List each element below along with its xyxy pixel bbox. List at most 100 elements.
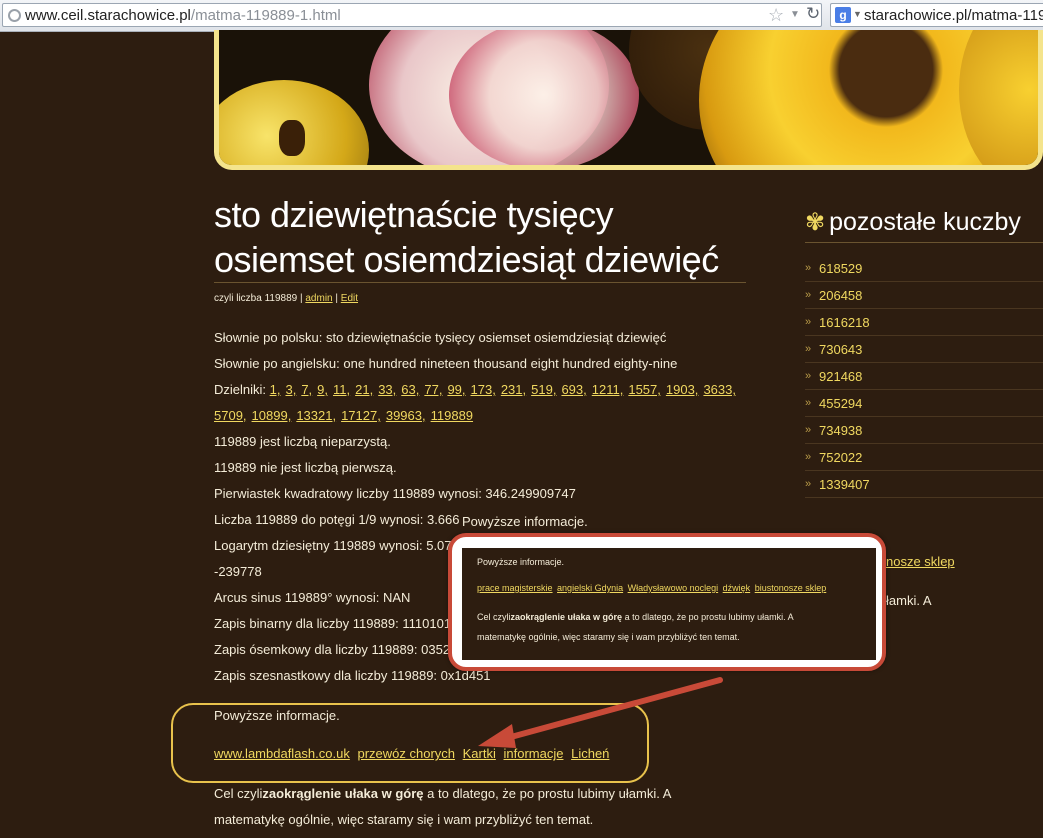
popup-body-line2: matematykę ogólnie, więc staramy się i w…	[477, 632, 740, 642]
sidebar-item[interactable]: » 921468	[805, 363, 1043, 390]
meta-separator: |	[335, 293, 338, 304]
popup-body-suffix: a to dlatego, że po prostu lubimy ułamki…	[622, 612, 794, 622]
popup-link-prace[interactable]: prace magisterskie	[477, 583, 553, 593]
purpose-prefix: Cel czyli	[214, 786, 263, 801]
double-chevron-right-icon: »	[805, 316, 812, 328]
sidebar-item[interactable]: » 1616218	[805, 309, 1043, 336]
chevron-down-icon[interactable]: ▼	[853, 9, 862, 19]
sidebar-item[interactable]: » 1339407	[805, 471, 1043, 498]
divisor-link[interactable]: 7,	[301, 382, 312, 397]
divisor-link[interactable]: 9,	[317, 382, 328, 397]
divisor-link[interactable]: 33,	[378, 382, 396, 397]
power-statement: Liczba 119889 do potęgi 1/9 wynosi: 3.66…	[214, 512, 460, 527]
sidebar-item[interactable]: » 752022	[805, 444, 1043, 471]
double-chevron-right-icon: »	[805, 478, 812, 490]
sidebar-divider	[805, 242, 1043, 243]
sidebar-title-text: pozostałe kuczby	[829, 208, 1021, 236]
double-chevron-right-icon: »	[805, 370, 812, 382]
double-chevron-right-icon: »	[805, 397, 812, 409]
post-meta: czyli liczba 119889 | admin | Edit	[214, 293, 358, 304]
octal-statement: Zapis ósemkowy dla liczby 119889: 0352	[214, 642, 451, 657]
divisor-link[interactable]: 17127,	[341, 408, 381, 423]
popup-link-angielski[interactable]: angielski Gdynia	[557, 583, 623, 593]
divisors-row-2: 5709, 10899, 13321, 17127, 39963, 119889	[214, 408, 478, 423]
divisor-link[interactable]: 5709,	[214, 408, 247, 423]
divisor-link[interactable]: 1211,	[592, 382, 624, 397]
bookmark-star-icon[interactable]: ☆	[768, 5, 784, 26]
divisors-label: Dzielniki:	[214, 382, 267, 397]
globe-icon	[8, 9, 21, 22]
popup-content: Powyższe informacje. prace magisterskie …	[462, 548, 876, 660]
divisor-link[interactable]: 3633,	[703, 382, 736, 397]
divisor-link[interactable]: 1557,	[628, 382, 661, 397]
meta-prefix: czyli liczba 119889 |	[214, 293, 303, 304]
sidebar-partial-text: łamki. A	[886, 593, 932, 608]
sidebar-link[interactable]: 1339407	[819, 477, 870, 492]
divisors-row-1: Dzielniki: 1, 3, 7, 9, 11, 21, 33, 63, 77, 99, 173…	[214, 382, 741, 397]
divisor-link[interactable]: 231,	[501, 382, 526, 397]
divisor-link[interactable]: 519,	[531, 382, 556, 397]
divisor-link[interactable]: 77,	[424, 382, 442, 397]
sidebar-partial-link[interactable]: nosze sklep	[886, 554, 955, 569]
popup-link-wladyslawowo[interactable]: Władysławowo noclegi	[628, 583, 719, 593]
divisor-link[interactable]: 39963,	[386, 408, 426, 423]
search-box[interactable]: g ▼ starachowice.pl/matma-119	[830, 3, 1043, 27]
url-path: /matma-119889-1.html	[190, 7, 341, 24]
partial-link[interactable]: nosze sklep	[886, 554, 955, 569]
admin-link[interactable]: admin	[305, 293, 332, 304]
divisor-link[interactable]: 63,	[401, 382, 419, 397]
slownie-en: Słownie po angielsku: one hundred ninete…	[214, 356, 678, 371]
sidebar-title: ✾ pozostałe kuczby	[805, 208, 1021, 237]
divisor-link[interactable]: 1,	[270, 382, 281, 397]
zoom-popup: Powyższe informacje. prace magisterskie …	[448, 533, 886, 671]
log-statement: Logarytm dziesiętny 119889 wynosi: 5.07	[214, 538, 452, 553]
edit-link[interactable]: Edit	[341, 293, 358, 304]
purpose-line-1: Cel czylizaokrąglenie ułaka w górę a to …	[214, 786, 671, 801]
sidebar-item[interactable]: » 734938	[805, 417, 1043, 444]
search-text[interactable]: starachowice.pl/matma-119	[864, 7, 1043, 24]
double-chevron-right-icon: »	[805, 343, 812, 355]
sidebar-item[interactable]: » 730643	[805, 336, 1043, 363]
slownie-pl: Słownie po polsku: sto dziewiętnaście ty…	[214, 330, 667, 345]
negative-value: -239778	[214, 564, 262, 579]
divisor-link[interactable]: 173,	[471, 382, 496, 397]
popup-link-biustonosze[interactable]: biustonosze sklep	[755, 583, 827, 593]
arcsin-statement: Arcus sinus 119889° wynosi: NAN	[214, 590, 411, 605]
title-line-1: sto dziewiętnaście tysięcy	[214, 194, 614, 235]
sidebar-link[interactable]: 1616218	[819, 315, 870, 330]
popup-body-prefix: Cel czyli	[477, 612, 511, 622]
address-bar[interactable]: www.ceil.starachowice.pl/matma-119889-1.…	[2, 3, 822, 27]
prime-statement: 119889 nie jest liczbą pierwszą.	[214, 460, 397, 475]
reload-icon[interactable]: ↻	[806, 4, 820, 24]
sidebar-item[interactable]: » 455294	[805, 390, 1043, 417]
popup-link-dzwiek[interactable]: dźwięk	[723, 583, 751, 593]
sidebar-link[interactable]: 618529	[819, 261, 862, 276]
url-text[interactable]: www.ceil.starachowice.pl/matma-119889-1.…	[25, 7, 341, 24]
sidebar-item[interactable]: » 206458	[805, 282, 1043, 309]
double-chevron-right-icon: »	[805, 424, 812, 436]
sidebar-link[interactable]: 921468	[819, 369, 862, 384]
title-line-2: osiemset osiemdziesiąt dziewięć	[214, 239, 719, 280]
divisor-link[interactable]: 99,	[447, 382, 465, 397]
divisor-link[interactable]: 11,	[333, 382, 350, 397]
sidebar-link[interactable]: 734938	[819, 423, 862, 438]
sidebar-link[interactable]: 455294	[819, 396, 862, 411]
sidebar-item[interactable]: » 618529	[805, 255, 1043, 282]
divisor-link[interactable]: 1903,	[666, 382, 699, 397]
divisor-link[interactable]: 693,	[561, 382, 586, 397]
divisor-link[interactable]: 21,	[355, 382, 373, 397]
double-chevron-right-icon: »	[805, 451, 812, 463]
divisors-list-1: 1, 3, 7, 9, 11, 21, 33, 63, 77, 99, 173, 231, 519, 69…	[270, 382, 741, 397]
sidebar-link[interactable]: 206458	[819, 288, 862, 303]
chevron-down-icon[interactable]: ▼	[790, 9, 800, 20]
sidebar-link[interactable]: 752022	[819, 450, 862, 465]
divisor-link[interactable]: 3,	[285, 382, 296, 397]
popup-body-bold: zaokrąglenie ułaka w górę	[510, 612, 623, 622]
divisor-link[interactable]: 119889	[431, 408, 473, 423]
flower-icon: ✾	[805, 209, 826, 236]
sidebar-link[interactable]: 730643	[819, 342, 862, 357]
divisor-link[interactable]: 13321,	[296, 408, 336, 423]
divisor-link[interactable]: 10899,	[252, 408, 292, 423]
double-chevron-right-icon: »	[805, 262, 812, 274]
google-icon[interactable]: g	[835, 7, 851, 23]
